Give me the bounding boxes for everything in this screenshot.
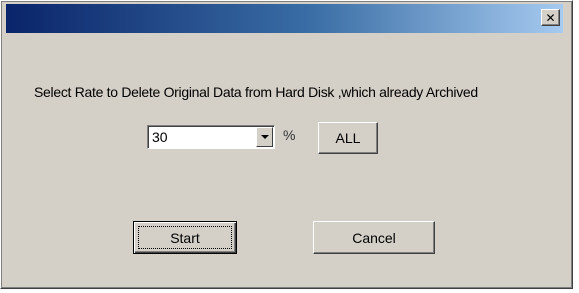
rate-select[interactable]: 30 — [147, 125, 275, 149]
close-button[interactable]: ✕ — [541, 9, 560, 26]
close-icon: ✕ — [545, 10, 556, 25]
chevron-down-icon — [260, 135, 269, 139]
instruction-text: Select Rate to Delete Original Data from… — [34, 84, 478, 100]
cancel-button-label: Cancel — [352, 229, 396, 246]
focus-rectangle — [138, 226, 232, 249]
rate-select-value: 30 — [152, 129, 168, 145]
cancel-button[interactable]: Cancel — [313, 221, 435, 254]
percent-label: % — [283, 127, 296, 143]
start-button[interactable]: Start — [133, 221, 237, 254]
rate-dropdown-button[interactable] — [256, 127, 273, 147]
all-button-label: ALL — [335, 130, 361, 146]
title-bar[interactable]: ✕ — [6, 4, 563, 33]
dialog-window: ✕ — [0, 0, 573, 289]
all-button[interactable]: ALL — [318, 122, 378, 154]
